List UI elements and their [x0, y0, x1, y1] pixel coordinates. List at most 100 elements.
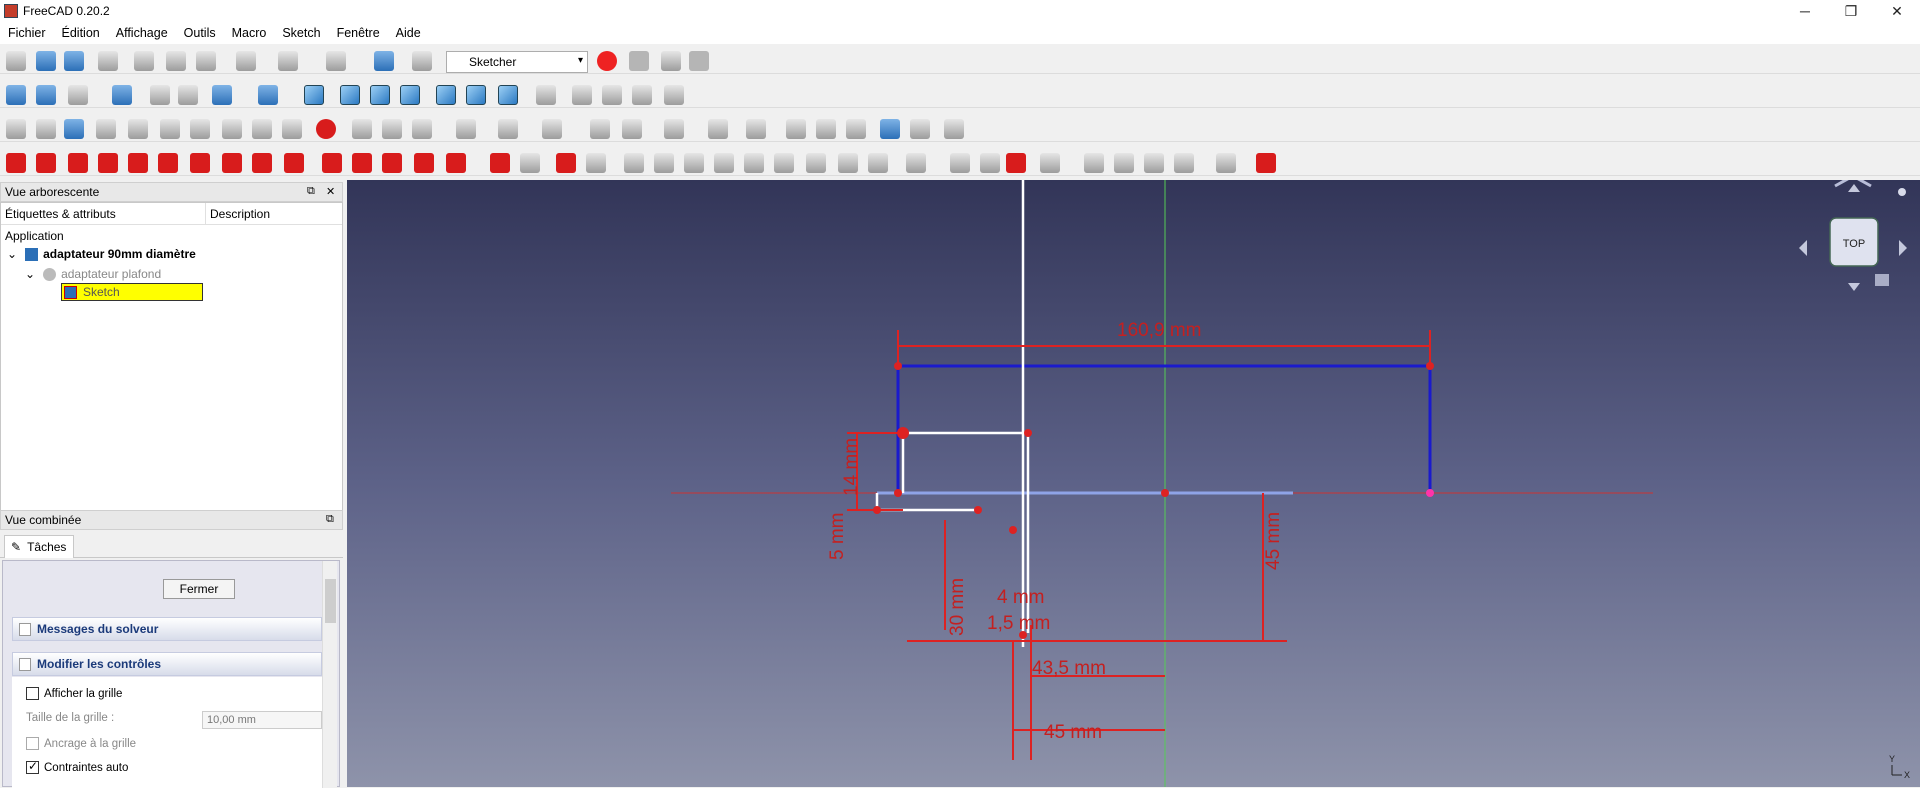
grid-snap-row[interactable]: Ancrage à la grille — [26, 737, 136, 750]
equal-constraint-icon[interactable] — [222, 153, 242, 173]
grid-size-input[interactable]: 10,00 mm — [202, 711, 322, 729]
menu-outils[interactable]: Outils — [176, 26, 224, 40]
show-hide-geometry-icon[interactable] — [838, 153, 858, 173]
up-arrow-icon[interactable] — [1848, 184, 1860, 192]
grid-snap-checkbox[interactable] — [26, 737, 39, 750]
top-view-icon[interactable] — [370, 85, 390, 105]
tree-sketch[interactable]: Sketch — [61, 283, 203, 301]
redo-icon[interactable] — [278, 51, 298, 71]
bspline-curvature-icon[interactable] — [1114, 153, 1134, 173]
paste-icon[interactable] — [196, 51, 216, 71]
horizontal-distance-icon[interactable] — [352, 153, 372, 173]
circle-icon[interactable] — [456, 119, 476, 139]
navcube-menu-icon[interactable] — [1898, 188, 1906, 196]
cut-icon[interactable] — [134, 51, 154, 71]
distance-icon[interactable] — [414, 153, 434, 173]
down-arrow-icon[interactable] — [1848, 283, 1860, 291]
solver-messages-section[interactable]: Messages du solveur — [12, 617, 322, 641]
sketch-white-arc[interactable] — [875, 493, 978, 512]
reorient-sketch-icon[interactable] — [190, 119, 210, 139]
copy-icon[interactable] — [166, 51, 186, 71]
recompute-icon[interactable] — [374, 51, 394, 71]
rectangular-array-icon[interactable] — [950, 153, 970, 173]
bspline-compose-icon[interactable] — [1174, 153, 1194, 173]
coincident-constraint-icon[interactable] — [6, 153, 26, 173]
measure-icon[interactable] — [536, 85, 556, 105]
left-arrow-icon[interactable] — [1799, 240, 1807, 256]
edit-controls-section[interactable]: Modifier les contrôles — [12, 652, 322, 676]
bottom-view-icon[interactable] — [466, 85, 486, 105]
select-horizontal-axis-icon[interactable] — [684, 153, 704, 173]
external-geometry-icon[interactable] — [880, 119, 900, 139]
attach-sketch-icon[interactable] — [36, 119, 56, 139]
macro-stop-icon[interactable] — [629, 51, 649, 71]
workbench-selector[interactable]: Sketcher ▾ — [446, 51, 588, 73]
select-conflicting-icon[interactable] — [774, 153, 794, 173]
validate-sketch-icon[interactable] — [222, 119, 242, 139]
view-sketch-icon[interactable] — [96, 119, 116, 139]
fit-all-icon[interactable] — [6, 85, 26, 105]
dim-top-label[interactable]: 160,9 mm — [1117, 320, 1201, 341]
toggle-driving-icon[interactable] — [556, 153, 576, 173]
merge-sketch-icon[interactable] — [252, 119, 272, 139]
point[interactable] — [1161, 489, 1169, 497]
stop-operation-icon[interactable] — [316, 119, 336, 139]
isometric-view-icon[interactable] — [304, 85, 324, 105]
slot-icon[interactable] — [708, 119, 728, 139]
float-icon[interactable]: ⧉ — [307, 185, 315, 198]
angle-icon[interactable] — [490, 153, 510, 173]
dim-14-label[interactable]: 14 mm — [841, 438, 862, 496]
dim-5-label[interactable]: 5 mm — [827, 513, 848, 561]
menu-macro[interactable]: Macro — [224, 26, 275, 40]
block-constraint-icon[interactable] — [284, 153, 304, 173]
show-grid-checkbox[interactable] — [26, 687, 39, 700]
line-icon[interactable] — [382, 119, 402, 139]
close-button[interactable]: Fermer — [163, 579, 235, 599]
delete-constraints-icon[interactable] — [1006, 153, 1026, 173]
float-icon[interactable]: ⧉ — [326, 513, 334, 526]
dim-30-label[interactable]: 30 mm — [947, 578, 968, 636]
carbon-copy-icon[interactable] — [910, 119, 930, 139]
dim-435-label[interactable]: 43,5 mm — [1032, 658, 1106, 679]
menu-aide[interactable]: Aide — [388, 26, 429, 40]
link-actions-icon[interactable] — [664, 85, 684, 105]
refresh-icon[interactable] — [326, 51, 346, 71]
bounding-box-icon[interactable] — [112, 85, 132, 105]
virtual-space-icon[interactable] — [1256, 153, 1276, 173]
rectangle-icon[interactable] — [622, 119, 642, 139]
leave-sketch-icon[interactable] — [64, 119, 84, 139]
bspline-knot-mult-icon[interactable] — [1216, 153, 1236, 173]
bspline-knot-icon[interactable] — [1084, 153, 1104, 173]
conic-icon[interactable] — [498, 119, 518, 139]
dim-4-label[interactable]: 4 mm — [997, 587, 1045, 608]
arc-icon[interactable] — [412, 119, 432, 139]
scale-icon[interactable] — [980, 153, 1000, 173]
tangent-constraint-icon[interactable] — [190, 153, 210, 173]
vertical-distance-icon[interactable] — [382, 153, 402, 173]
select-redundant-icon[interactable] — [744, 153, 764, 173]
point[interactable] — [1024, 429, 1032, 437]
3d-viewport[interactable]: 160,9 mm 43,5 mm 45 mm 4 mm 1,5 mm 45 mm… — [347, 180, 1920, 787]
vertical-constraint-icon[interactable] — [68, 153, 88, 173]
front-view-icon[interactable] — [340, 85, 360, 105]
polygon-icon[interactable] — [664, 119, 684, 139]
right-view-icon[interactable] — [400, 85, 420, 105]
point[interactable] — [1426, 489, 1434, 497]
point[interactable] — [1009, 526, 1017, 534]
undo-icon[interactable] — [236, 51, 256, 71]
toggle-active-icon[interactable] — [586, 153, 606, 173]
lock-constraint-icon[interactable] — [322, 153, 342, 173]
point-icon[interactable] — [352, 119, 372, 139]
fillet-icon[interactable] — [746, 119, 766, 139]
vertical-scrollbar[interactable] — [322, 561, 337, 788]
menu-edition[interactable]: Édition — [54, 26, 108, 40]
zoom-icon[interactable] — [258, 85, 278, 105]
horizontal-constraint-icon[interactable] — [98, 153, 118, 173]
menu-sketch[interactable]: Sketch — [274, 26, 328, 40]
right-arrow-icon[interactable] — [1899, 240, 1907, 256]
point-on-object-icon[interactable] — [36, 153, 56, 173]
dim-15-label[interactable]: 1,5 mm — [987, 613, 1050, 634]
macro-edit-icon[interactable] — [661, 51, 681, 71]
expand-icon[interactable]: ⌄ — [7, 247, 17, 261]
group-icon[interactable] — [602, 85, 622, 105]
